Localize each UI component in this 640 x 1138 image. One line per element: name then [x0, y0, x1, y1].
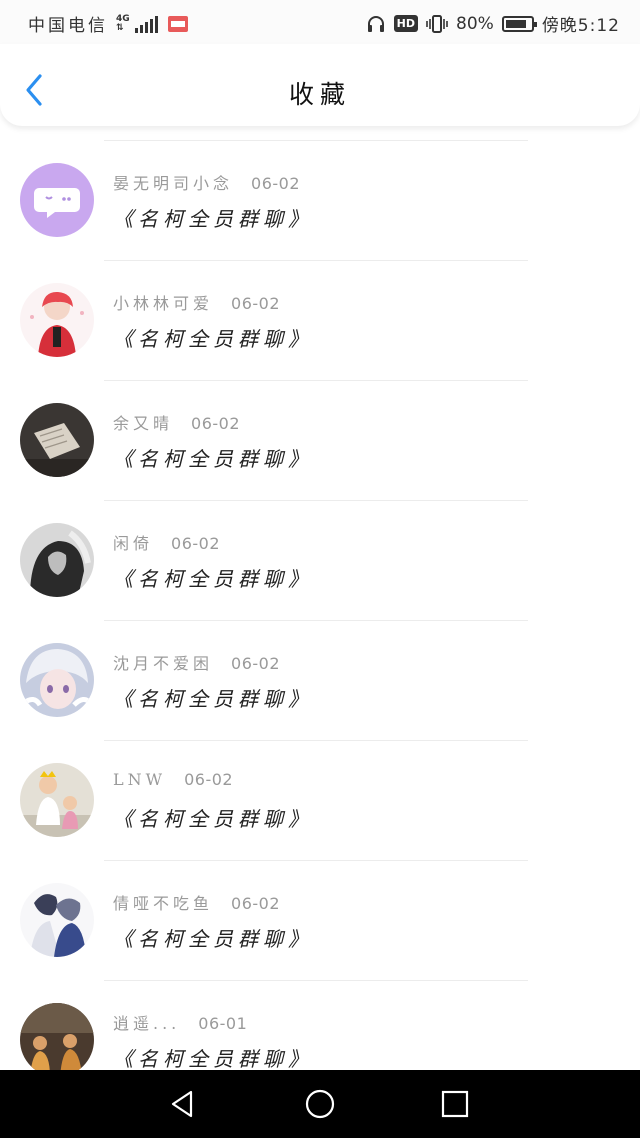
- nav-recents-button[interactable]: [437, 1086, 473, 1122]
- anime-avatar-image: [20, 643, 94, 717]
- message-title: 《名柯全员群聊》: [113, 567, 313, 591]
- avatar[interactable]: [20, 283, 94, 357]
- notification-app-icon: [167, 15, 188, 32]
- item-meta: 晏无明司小念 06-02: [113, 170, 300, 194]
- username: 小林林可爱: [113, 294, 214, 313]
- vibrate-icon: [426, 14, 448, 33]
- status-bar: 中国电信 4G ⇅ HD 80% 傍晚5:12: [0, 0, 640, 44]
- item-meta: 余又晴 06-02: [113, 410, 240, 434]
- photo-avatar-image: [20, 1003, 94, 1077]
- avatar[interactable]: [20, 163, 94, 237]
- avatar[interactable]: [20, 763, 94, 837]
- username: LNW: [113, 770, 167, 789]
- item-meta: 沈月不爱困 06-02: [113, 650, 280, 674]
- message-title: 《名柯全员群聊》: [113, 807, 313, 831]
- username: 余又晴: [113, 414, 174, 433]
- nav-home-button[interactable]: [302, 1086, 338, 1122]
- date: 06-02: [231, 654, 281, 673]
- list-item[interactable]: 小林林可爱 06-02 《名柯全员群聊》: [0, 246, 640, 381]
- clock: 傍晚5:12: [541, 16, 620, 36]
- circle-home-icon: [305, 1089, 335, 1119]
- username: 闲倚: [113, 534, 154, 553]
- status-right: HD 80% 傍晚5:12: [366, 11, 620, 36]
- date: 06-02: [171, 534, 221, 553]
- signal-strength-icon: [134, 15, 158, 33]
- message-title: 《名柯全员群聊》: [113, 207, 313, 231]
- battery-icon: [501, 15, 537, 32]
- list-item[interactable]: 倩哑不吃鱼 06-02 《名柯全员群聊》: [0, 846, 640, 981]
- list-item[interactable]: 沈月不爱困 06-02 《名柯全员群聊》: [0, 606, 640, 741]
- anime-avatar-image: [20, 883, 94, 957]
- anime-avatar-image: [20, 283, 94, 357]
- list-item[interactable]: 晏无明司小念 06-02 《名柯全员群聊》: [0, 126, 640, 261]
- date: 06-02: [191, 414, 241, 433]
- avatar[interactable]: [20, 403, 94, 477]
- username: 倩哑不吃鱼: [113, 894, 214, 913]
- favorites-screen: 中国电信 4G ⇅ HD 80% 傍晚5:12 收藏 晏无明司小念 06-02 …: [0, 0, 640, 1138]
- photo-avatar-image: [20, 403, 94, 477]
- username: 逍遥...: [113, 1014, 181, 1033]
- item-meta: 小林林可爱 06-02: [113, 290, 280, 314]
- username: 沈月不爱困: [113, 654, 214, 673]
- portrait-avatar-image: [20, 523, 94, 597]
- list-item[interactable]: 逍遥... 06-01 《名柯全员群聊》: [0, 966, 640, 1086]
- avatar[interactable]: [20, 883, 94, 957]
- nav-back-button[interactable]: [165, 1086, 201, 1122]
- hd-badge: HD: [393, 15, 419, 32]
- battery-percent: 80%: [456, 13, 494, 34]
- message-title: 《名柯全员群聊》: [113, 927, 313, 951]
- carrier-label: 中国电信: [28, 16, 108, 36]
- triangle-back-icon: [171, 1090, 193, 1118]
- item-meta: 倩哑不吃鱼 06-02: [113, 890, 280, 914]
- date: 06-02: [184, 770, 234, 789]
- item-meta: 逍遥... 06-01: [113, 1010, 247, 1034]
- header-bar: 收藏: [0, 44, 640, 126]
- avatar[interactable]: [20, 523, 94, 597]
- username: 晏无明司小念: [113, 174, 234, 193]
- date: 06-02: [231, 894, 281, 913]
- list-item[interactable]: 余又晴 06-02 《名柯全员群聊》: [0, 366, 640, 501]
- status-left: 中国电信 4G ⇅: [28, 11, 188, 36]
- item-meta: LNW 06-02: [113, 770, 233, 789]
- avatar[interactable]: [20, 643, 94, 717]
- list-item[interactable]: 闲倚 06-02 《名柯全员群聊》: [0, 486, 640, 621]
- date: 06-02: [231, 294, 281, 313]
- message-title: 《名柯全员群聊》: [113, 447, 313, 471]
- date: 06-01: [198, 1014, 248, 1033]
- message-title: 《名柯全员群聊》: [113, 687, 313, 711]
- avatar[interactable]: [20, 1003, 94, 1077]
- system-nav-bar: [0, 1070, 640, 1138]
- message-title: 《名柯全员群聊》: [113, 327, 313, 351]
- date: 06-02: [251, 174, 301, 193]
- chat-bubble-icon: [20, 163, 94, 237]
- photo-avatar-image: [20, 763, 94, 837]
- item-meta: 闲倚 06-02: [113, 530, 220, 554]
- message-title: 《名柯全员群聊》: [113, 1047, 313, 1071]
- list-item[interactable]: LNW 06-02 《名柯全员群聊》: [0, 726, 640, 861]
- page-title: 收藏: [288, 80, 351, 109]
- headphones-icon: [367, 15, 384, 32]
- network-type-label: 4G ⇅: [116, 13, 130, 33]
- square-recents-icon: [441, 1090, 469, 1118]
